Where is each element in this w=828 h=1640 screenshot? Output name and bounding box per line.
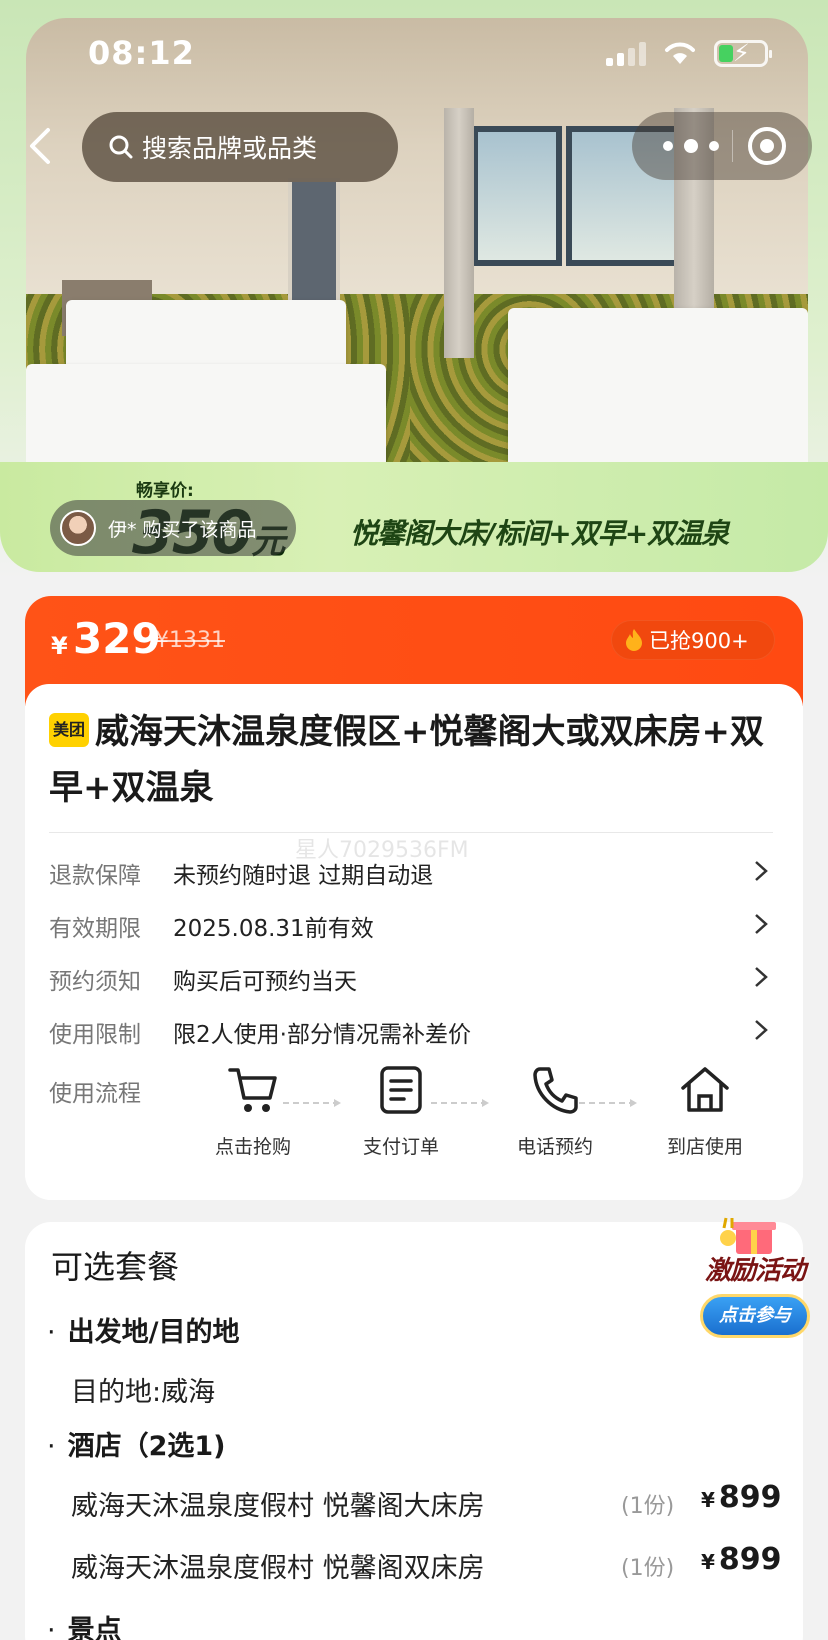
detail-row-validity[interactable]: 有效期限 2025.08.31前有效	[49, 905, 773, 945]
divider	[49, 832, 773, 833]
buyer-notice-text: 伊* 购买了该商品	[108, 518, 257, 541]
detail-key: 有效期限	[49, 916, 141, 942]
detail-key: 退款保障	[49, 863, 141, 889]
flow-step-visit: 到店使用	[645, 1064, 765, 1159]
phone-icon	[533, 1067, 578, 1114]
hotel-photo-right[interactable]	[410, 18, 808, 478]
sold-count: 已抢900+	[649, 629, 749, 653]
battery-icon: ⚡	[714, 40, 772, 67]
package-item-price: ¥899	[701, 1480, 782, 1515]
cellular-signal-icon	[606, 42, 646, 66]
detail-value: 购买后可预约当天	[173, 969, 357, 995]
detail-value: 限2人使用·部分情况需补差价	[173, 1022, 471, 1048]
chevron-right-icon	[755, 1020, 768, 1040]
miniapp-capsule	[632, 112, 812, 180]
current-price: 329	[73, 614, 161, 663]
cart-icon	[228, 1068, 277, 1112]
flow-step-buy: 点击抢购	[193, 1064, 313, 1159]
wifi-icon	[665, 42, 695, 64]
detail-value: 未预约随时退 过期自动退	[173, 863, 434, 889]
buyer-notice: 伊* 购买了该商品	[50, 500, 296, 556]
flame-icon	[626, 629, 642, 651]
flow-step-label: 到店使用	[666, 1136, 743, 1158]
package-item-name[interactable]: 威海天沐温泉度假村 悦馨阁大床房	[71, 1484, 485, 1523]
product-info-sheet: 美团 威海天沐温泉度假区+悦馨阁大或双床房+双早+双温泉 星人7029536FM …	[25, 684, 803, 1200]
activity-float[interactable]: 激励活动 点击参与	[690, 1210, 820, 1340]
close-miniapp-icon[interactable]	[748, 127, 786, 165]
status-time: 08:12	[88, 34, 195, 72]
product-hero: 08:12 ⚡ 搜索品牌或品类 畅享价: 350元 悦馨阁大床/标间+双早+双温…	[0, 0, 828, 580]
product-title-text: 威海天沐温泉度假区+悦馨阁大或双床房+双早+双温泉	[49, 712, 764, 808]
package-item: 目的地:威海	[71, 1377, 216, 1408]
detail-key: 使用限制	[49, 1022, 141, 1048]
package-item-name[interactable]: 威海天沐温泉度假村 悦馨阁双床房	[71, 1546, 485, 1585]
flow-step-label: 点击抢购	[214, 1136, 291, 1158]
section-title-origin: 出发地/目的地	[47, 1310, 240, 1349]
activity-title: 激励活动	[704, 1256, 806, 1286]
section-title-hotel: 酒店（2选1)	[47, 1424, 226, 1463]
hotel-photo-left[interactable]	[26, 18, 410, 478]
detail-row-limit[interactable]: 使用限制 限2人使用·部分情况需补差价	[49, 1011, 773, 1051]
package-item-qty: (1份)	[621, 1494, 675, 1519]
chevron-right-icon	[755, 967, 768, 987]
detail-row-refund[interactable]: 退款保障 未预约随时退 过期自动退	[49, 852, 773, 892]
package-card: 可选套餐 出发地/目的地 目的地:威海 酒店（2选1) 威海天沐温泉度假村 悦馨…	[25, 1222, 803, 1640]
home-icon	[681, 1067, 729, 1112]
promo-text: 悦馨阁大床/标间+双早+双温泉	[350, 517, 729, 550]
more-dots-icon[interactable]	[656, 132, 726, 160]
join-activity-button[interactable]: 点击参与	[700, 1294, 810, 1338]
product-card: ¥ 329 ¥1331 已抢900+ 美团 威海天沐温泉度假区+悦馨阁大或双床房+…	[25, 596, 803, 1200]
package-item-price: ¥899	[701, 1542, 782, 1577]
sold-count-badge: 已抢900+	[611, 620, 775, 660]
search-bar[interactable]: 搜索品牌或品类	[82, 112, 398, 182]
chevron-right-icon	[755, 914, 768, 934]
package-item-qty: (1份)	[621, 1556, 675, 1581]
flow-step-label: 电话预约	[516, 1136, 593, 1158]
detail-value: 2025.08.31前有效	[173, 916, 374, 942]
package-heading: 可选套餐	[51, 1248, 180, 1286]
original-price: ¥1331	[155, 628, 225, 653]
detail-key: 预约须知	[49, 969, 141, 995]
meituan-badge: 美团	[49, 712, 89, 747]
detail-row-booking[interactable]: 预约须知 购买后可预约当天	[49, 958, 773, 998]
back-arrow-icon[interactable]	[22, 124, 62, 168]
flow-step-label: 支付订单	[362, 1136, 439, 1158]
currency-symbol: ¥	[51, 632, 68, 660]
search-placeholder: 搜索品牌或品类	[142, 134, 318, 163]
chevron-right-icon	[755, 861, 768, 881]
flow-step-pay: 支付订单	[341, 1064, 461, 1159]
usage-flow-label: 使用流程	[49, 1081, 141, 1107]
status-bar: 08:12 ⚡	[0, 30, 828, 80]
product-title: 美团 威海天沐温泉度假区+悦馨阁大或双床房+双早+双温泉	[49, 704, 789, 816]
search-icon	[109, 135, 133, 159]
flow-step-call: 电话预约	[495, 1064, 615, 1159]
avatar	[60, 510, 96, 546]
section-title-attraction: 景点	[47, 1608, 122, 1640]
order-icon	[380, 1066, 422, 1114]
